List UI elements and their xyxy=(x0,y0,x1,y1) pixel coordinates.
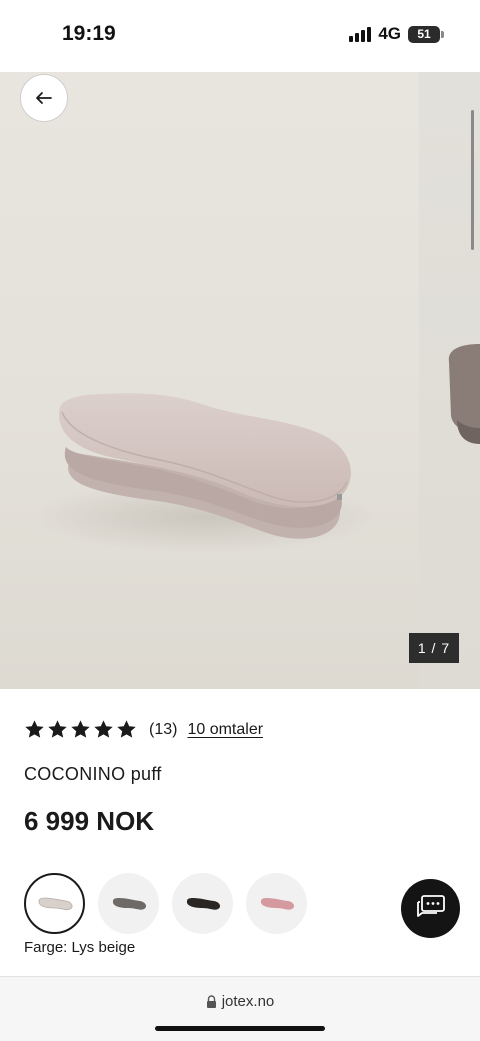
product-price: 6 999 NOK xyxy=(24,806,155,836)
back-button[interactable] xyxy=(20,74,68,122)
star-rating xyxy=(24,719,137,740)
url-text: jotex.no xyxy=(221,993,275,1010)
arrow-left-icon xyxy=(36,92,52,104)
star-icon xyxy=(94,720,113,738)
chat-bubble-icon xyxy=(416,894,445,917)
rating-count: (13) xyxy=(149,720,178,738)
star-icon xyxy=(48,720,67,738)
browser-address-bar[interactable]: jotex.no xyxy=(0,976,480,1041)
pouf-thumbnail xyxy=(38,897,72,910)
swatch-lys-beige[interactable] xyxy=(24,873,85,934)
swatch-rosa[interactable] xyxy=(246,873,307,934)
pouf-thumbnail xyxy=(186,897,220,910)
status-indicators: 4G 51 xyxy=(349,24,444,44)
signal-icon xyxy=(349,26,372,42)
lock-icon xyxy=(206,995,216,1008)
star-icon xyxy=(25,720,44,738)
reviews-link[interactable]: 10 omtaler xyxy=(187,721,263,739)
star-icon xyxy=(71,720,90,738)
product-title: COCONINO puff xyxy=(24,764,162,784)
pouf-illustration xyxy=(30,393,380,552)
swatch-gra[interactable] xyxy=(98,873,159,934)
scrollbar[interactable] xyxy=(471,110,474,250)
color-label: Farge: Lys beige xyxy=(24,939,136,956)
battery-icon: 51 xyxy=(408,25,444,43)
product-gallery[interactable]: 1 / 7 xyxy=(0,72,480,689)
battery-level: 51 xyxy=(417,27,431,41)
url-display[interactable]: jotex.no xyxy=(0,993,480,1010)
color-swatches xyxy=(24,873,307,934)
home-indicator[interactable] xyxy=(155,1026,325,1031)
rating-row: (13) 10 omtaler xyxy=(24,719,263,740)
swatch-mork[interactable] xyxy=(172,873,233,934)
status-time: 19:19 xyxy=(62,22,116,45)
pouf-thumbnail xyxy=(112,897,146,910)
pouf-thumbnail xyxy=(260,897,294,910)
chat-button[interactable] xyxy=(401,879,460,938)
status-bar: 19:19 4G 51 xyxy=(0,0,480,72)
network-label: 4G xyxy=(378,24,401,43)
image-counter: 1 / 7 xyxy=(409,633,459,663)
star-icon xyxy=(117,720,136,738)
product-image[interactable] xyxy=(0,72,419,689)
